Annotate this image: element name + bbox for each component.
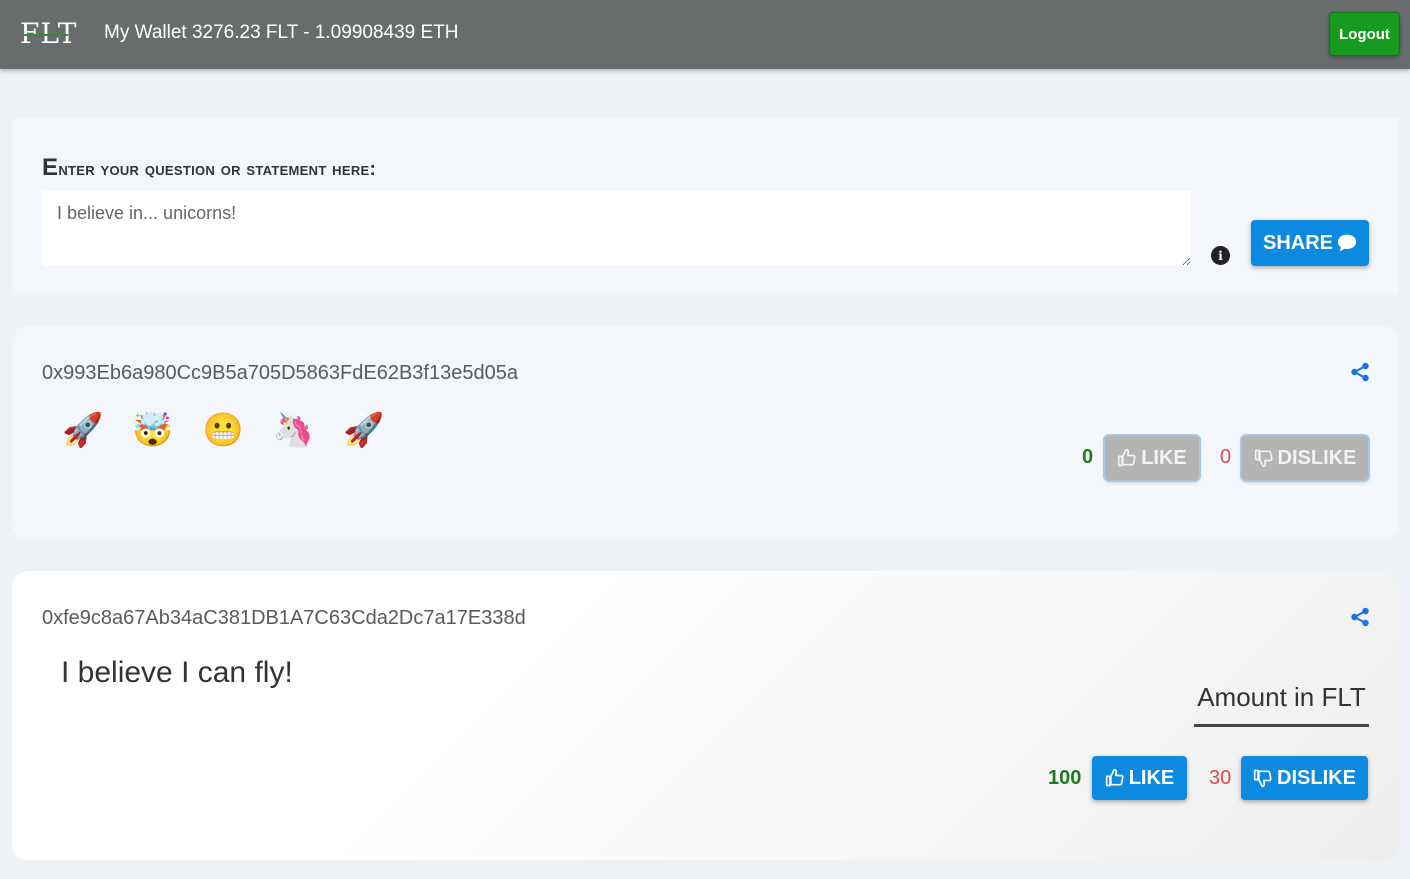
share-button-label: SHARE [1262, 231, 1333, 254]
dislike-button[interactable]: DISLIKE [1241, 756, 1368, 800]
flt-logo[interactable]: FLT [20, 19, 76, 49]
share-button[interactable]: SHARE [1251, 220, 1369, 266]
comment-icon [1337, 234, 1357, 252]
question-input[interactable] [42, 191, 1191, 266]
top-navbar: FLT My Wallet 3276.23 FLT - 1.09908439 E… [0, 0, 1410, 69]
like-count: 100 [1048, 767, 1082, 789]
thumbs-down-icon [1254, 449, 1273, 468]
post-author-address: 0xfe9c8a67Ab34aC381DB1A7C63Cda2Dc7a17E33… [42, 607, 526, 629]
logout-button[interactable]: Logout [1329, 12, 1400, 56]
dislike-count: 0 [1220, 446, 1232, 468]
post-content: 🚀 🤯 😬 🦄 🚀 [62, 411, 395, 448]
thumbs-up-icon [1105, 768, 1124, 787]
amount-input[interactable] [1194, 671, 1369, 727]
like-label: LIKE [1141, 446, 1187, 469]
post-content: I believe I can fly! [61, 656, 293, 689]
dislike-count: 30 [1209, 767, 1232, 789]
like-count: 0 [1082, 446, 1094, 468]
share-icon[interactable] [1350, 607, 1370, 627]
wallet-balance: My Wallet 3276.23 FLT - 1.09908439 ETH [104, 22, 459, 43]
like-button[interactable]: LIKE [1105, 436, 1199, 480]
post-card: 0xfe9c8a67Ab34aC381DB1A7C63Cda2Dc7a17E33… [12, 571, 1399, 860]
post-author-address: 0x993Eb6a980Cc9B5a705D5863FdE62B3f13e5d0… [42, 362, 518, 384]
logo-underline [22, 34, 68, 36]
question-label: Enter your question or statement here: [42, 154, 377, 181]
like-label: LIKE [1128, 766, 1175, 789]
info-icon[interactable]: i [1211, 246, 1230, 265]
like-button[interactable]: LIKE [1092, 756, 1187, 800]
share-icon[interactable] [1350, 362, 1370, 382]
post-card: 0x993Eb6a980Cc9B5a705D5863FdE62B3f13e5d0… [12, 326, 1399, 540]
dislike-label: DISLIKE [1277, 446, 1357, 469]
thumbs-down-icon [1253, 769, 1272, 788]
question-card: Enter your question or statement here: i… [12, 118, 1399, 295]
dislike-button[interactable]: DISLIKE [1242, 436, 1368, 480]
dislike-label: DISLIKE [1277, 766, 1356, 789]
thumbs-up-icon [1118, 448, 1136, 467]
